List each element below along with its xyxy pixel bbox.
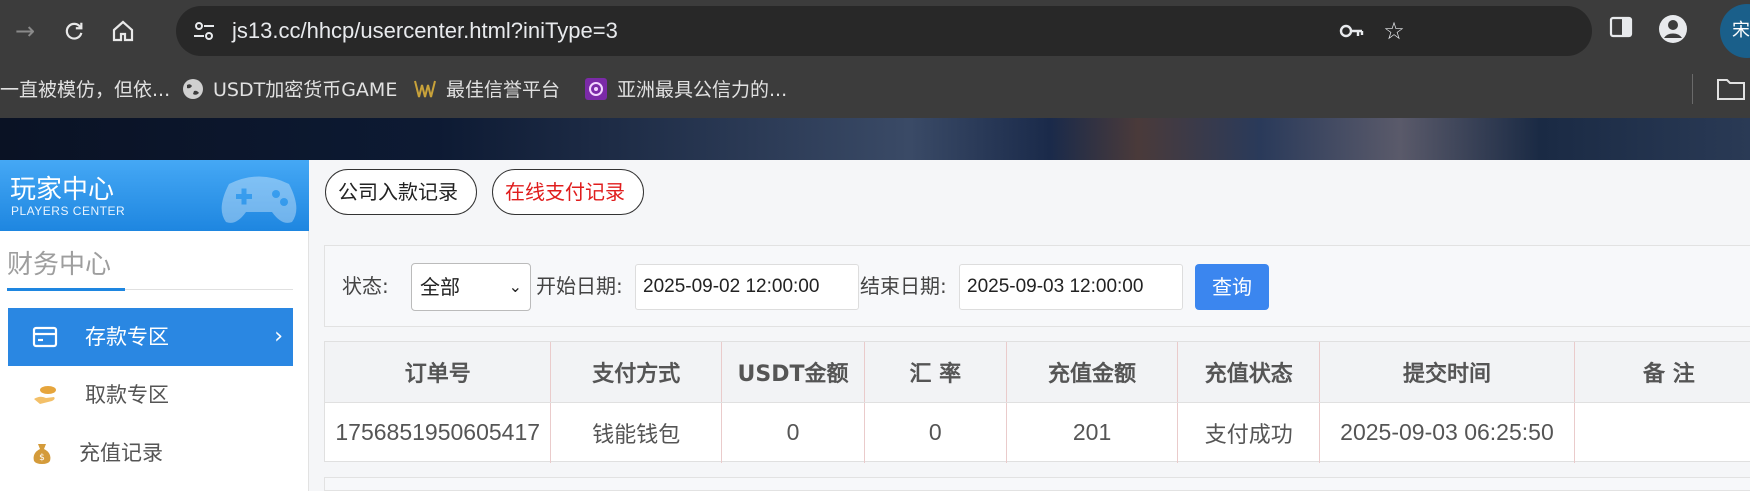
column-header-recharge-amount: 充值金额 bbox=[1006, 342, 1179, 403]
start-date-input[interactable]: 2025-09-02 12:00:00 bbox=[635, 264, 859, 310]
end-date-input[interactable]: 2025-09-03 12:00:00 bbox=[959, 264, 1183, 310]
svg-text:$: $ bbox=[39, 453, 45, 463]
cell-order-no: 1756851950605417 bbox=[325, 402, 552, 463]
money-bag-icon: $ bbox=[33, 444, 51, 464]
sidebar-item-label: 存款专区 bbox=[85, 325, 169, 349]
table-header-row: 订单号 支付方式 USDT金额 汇 率 充值金额 充值状态 提交时间 备 注 bbox=[325, 342, 1750, 403]
column-header-payment-method: 支付方式 bbox=[550, 342, 723, 403]
chevron-down-icon: ⌄ bbox=[508, 277, 522, 296]
browser-toolbar: → js13.cc/hhcp/usercenter.html?iniType=3… bbox=[0, 0, 1750, 62]
sidebar-item-deposit[interactable]: 存款专区 › bbox=[8, 308, 293, 366]
start-date-label: 开始日期: bbox=[536, 274, 623, 298]
hand-coin-icon bbox=[34, 386, 56, 404]
bookmarks-separator bbox=[1692, 74, 1693, 104]
bookmark-item[interactable]: 亚洲最具公信力的... bbox=[617, 62, 787, 118]
players-center-title: 玩家中心 bbox=[10, 175, 115, 205]
column-header-remark: 备 注 bbox=[1574, 342, 1750, 403]
cell-remark bbox=[1574, 402, 1750, 463]
tab-company-deposit[interactable]: 公司入款记录 bbox=[325, 169, 477, 215]
url-text[interactable]: js13.cc/hhcp/usercenter.html?iniType=3 bbox=[232, 6, 618, 56]
column-header-exchange-rate: 汇 率 bbox=[864, 342, 1007, 403]
forward-icon[interactable]: → bbox=[6, 12, 44, 50]
profile-avatar[interactable]: 宋 bbox=[1720, 4, 1750, 58]
cell-usdt-amount: 0 bbox=[721, 402, 865, 463]
gamepad-icon bbox=[221, 176, 297, 223]
status-select-value: 全部 bbox=[420, 275, 460, 299]
players-center-subtitle: PLAYERS CENTER bbox=[11, 204, 126, 218]
finance-center-title: 财务中心 bbox=[7, 250, 112, 280]
bookmarks-bar: 一直被模仿，但依... USDT加密货币GAME 最佳信誉平台 亚洲最具公信力的… bbox=[0, 62, 1750, 118]
status-label: 状态: bbox=[342, 274, 389, 298]
sidebar-item-recharge-records[interactable]: $ 充值记录 bbox=[5, 424, 290, 482]
column-header-recharge-status: 充值状态 bbox=[1177, 342, 1321, 403]
globe-icon bbox=[183, 79, 203, 99]
card-icon bbox=[32, 326, 58, 348]
players-center-header: 玩家中心 PLAYERS CENTER bbox=[0, 160, 309, 231]
sidebar-item-label: 充值记录 bbox=[79, 441, 163, 465]
chevron-right-icon: › bbox=[274, 324, 283, 349]
cell-payment-method: 钱能钱包 bbox=[550, 402, 723, 463]
cell-recharge-amount: 201 bbox=[1006, 402, 1179, 463]
table-row: 1756851950605417 钱能钱包 0 0 201 支付成功 2025-… bbox=[325, 402, 1750, 463]
folder-icon[interactable] bbox=[1716, 77, 1746, 101]
filter-bar: 状态: 全部 ⌄ 开始日期: 2025-09-02 12:00:00 结束日期:… bbox=[324, 245, 1750, 327]
sidebar: 玩家中心 PLAYERS CENTER 财务中心 存款专区 › 取款专区 $ 充… bbox=[0, 160, 309, 491]
pagination-panel bbox=[324, 477, 1750, 491]
bookmark-item[interactable]: 最佳信誉平台 bbox=[446, 62, 560, 118]
column-header-usdt-amount: USDT金额 bbox=[721, 342, 865, 403]
profile-icon[interactable] bbox=[1658, 14, 1688, 44]
record-tabs: 公司入款记录 在线支付记录 bbox=[310, 160, 1750, 230]
key-icon[interactable] bbox=[1338, 18, 1364, 44]
records-table: 订单号 支付方式 USDT金额 汇 率 充值金额 充值状态 提交时间 备 注 1… bbox=[324, 341, 1750, 463]
column-header-submit-time: 提交时间 bbox=[1319, 342, 1575, 403]
column-header-order-no: 订单号 bbox=[325, 342, 552, 403]
section-accent-bar bbox=[7, 288, 125, 291]
reload-icon[interactable] bbox=[55, 12, 93, 50]
bookmark-star-icon[interactable]: ☆ bbox=[1381, 18, 1407, 44]
query-button[interactable]: 查询 bbox=[1195, 264, 1269, 310]
sidebar-item-label: 取款专区 bbox=[85, 383, 169, 407]
cell-exchange-rate: 0 bbox=[864, 402, 1007, 463]
cell-recharge-status: 支付成功 bbox=[1177, 402, 1321, 463]
cell-submit-time: 2025-09-03 06:25:50 bbox=[1319, 402, 1575, 463]
tab-online-payment[interactable]: 在线支付记录 bbox=[492, 169, 644, 215]
address-bar[interactable]: js13.cc/hhcp/usercenter.html?iniType=3 ☆ bbox=[176, 6, 1592, 56]
sidebar-item-withdraw[interactable]: 取款专区 bbox=[8, 366, 293, 424]
side-panel-icon[interactable] bbox=[1608, 14, 1638, 44]
bookmark-item[interactable]: 一直被模仿，但依... bbox=[0, 62, 170, 118]
page-banner bbox=[0, 118, 1750, 160]
bookmark-item[interactable]: USDT加密货币GAME bbox=[213, 62, 397, 118]
end-date-label: 结束日期: bbox=[860, 274, 947, 298]
home-icon[interactable] bbox=[104, 12, 142, 50]
purple-logo-icon bbox=[585, 78, 607, 100]
site-settings-icon[interactable] bbox=[190, 17, 218, 45]
site-logo-icon bbox=[414, 80, 436, 98]
status-select[interactable]: 全部 ⌄ bbox=[411, 263, 531, 311]
